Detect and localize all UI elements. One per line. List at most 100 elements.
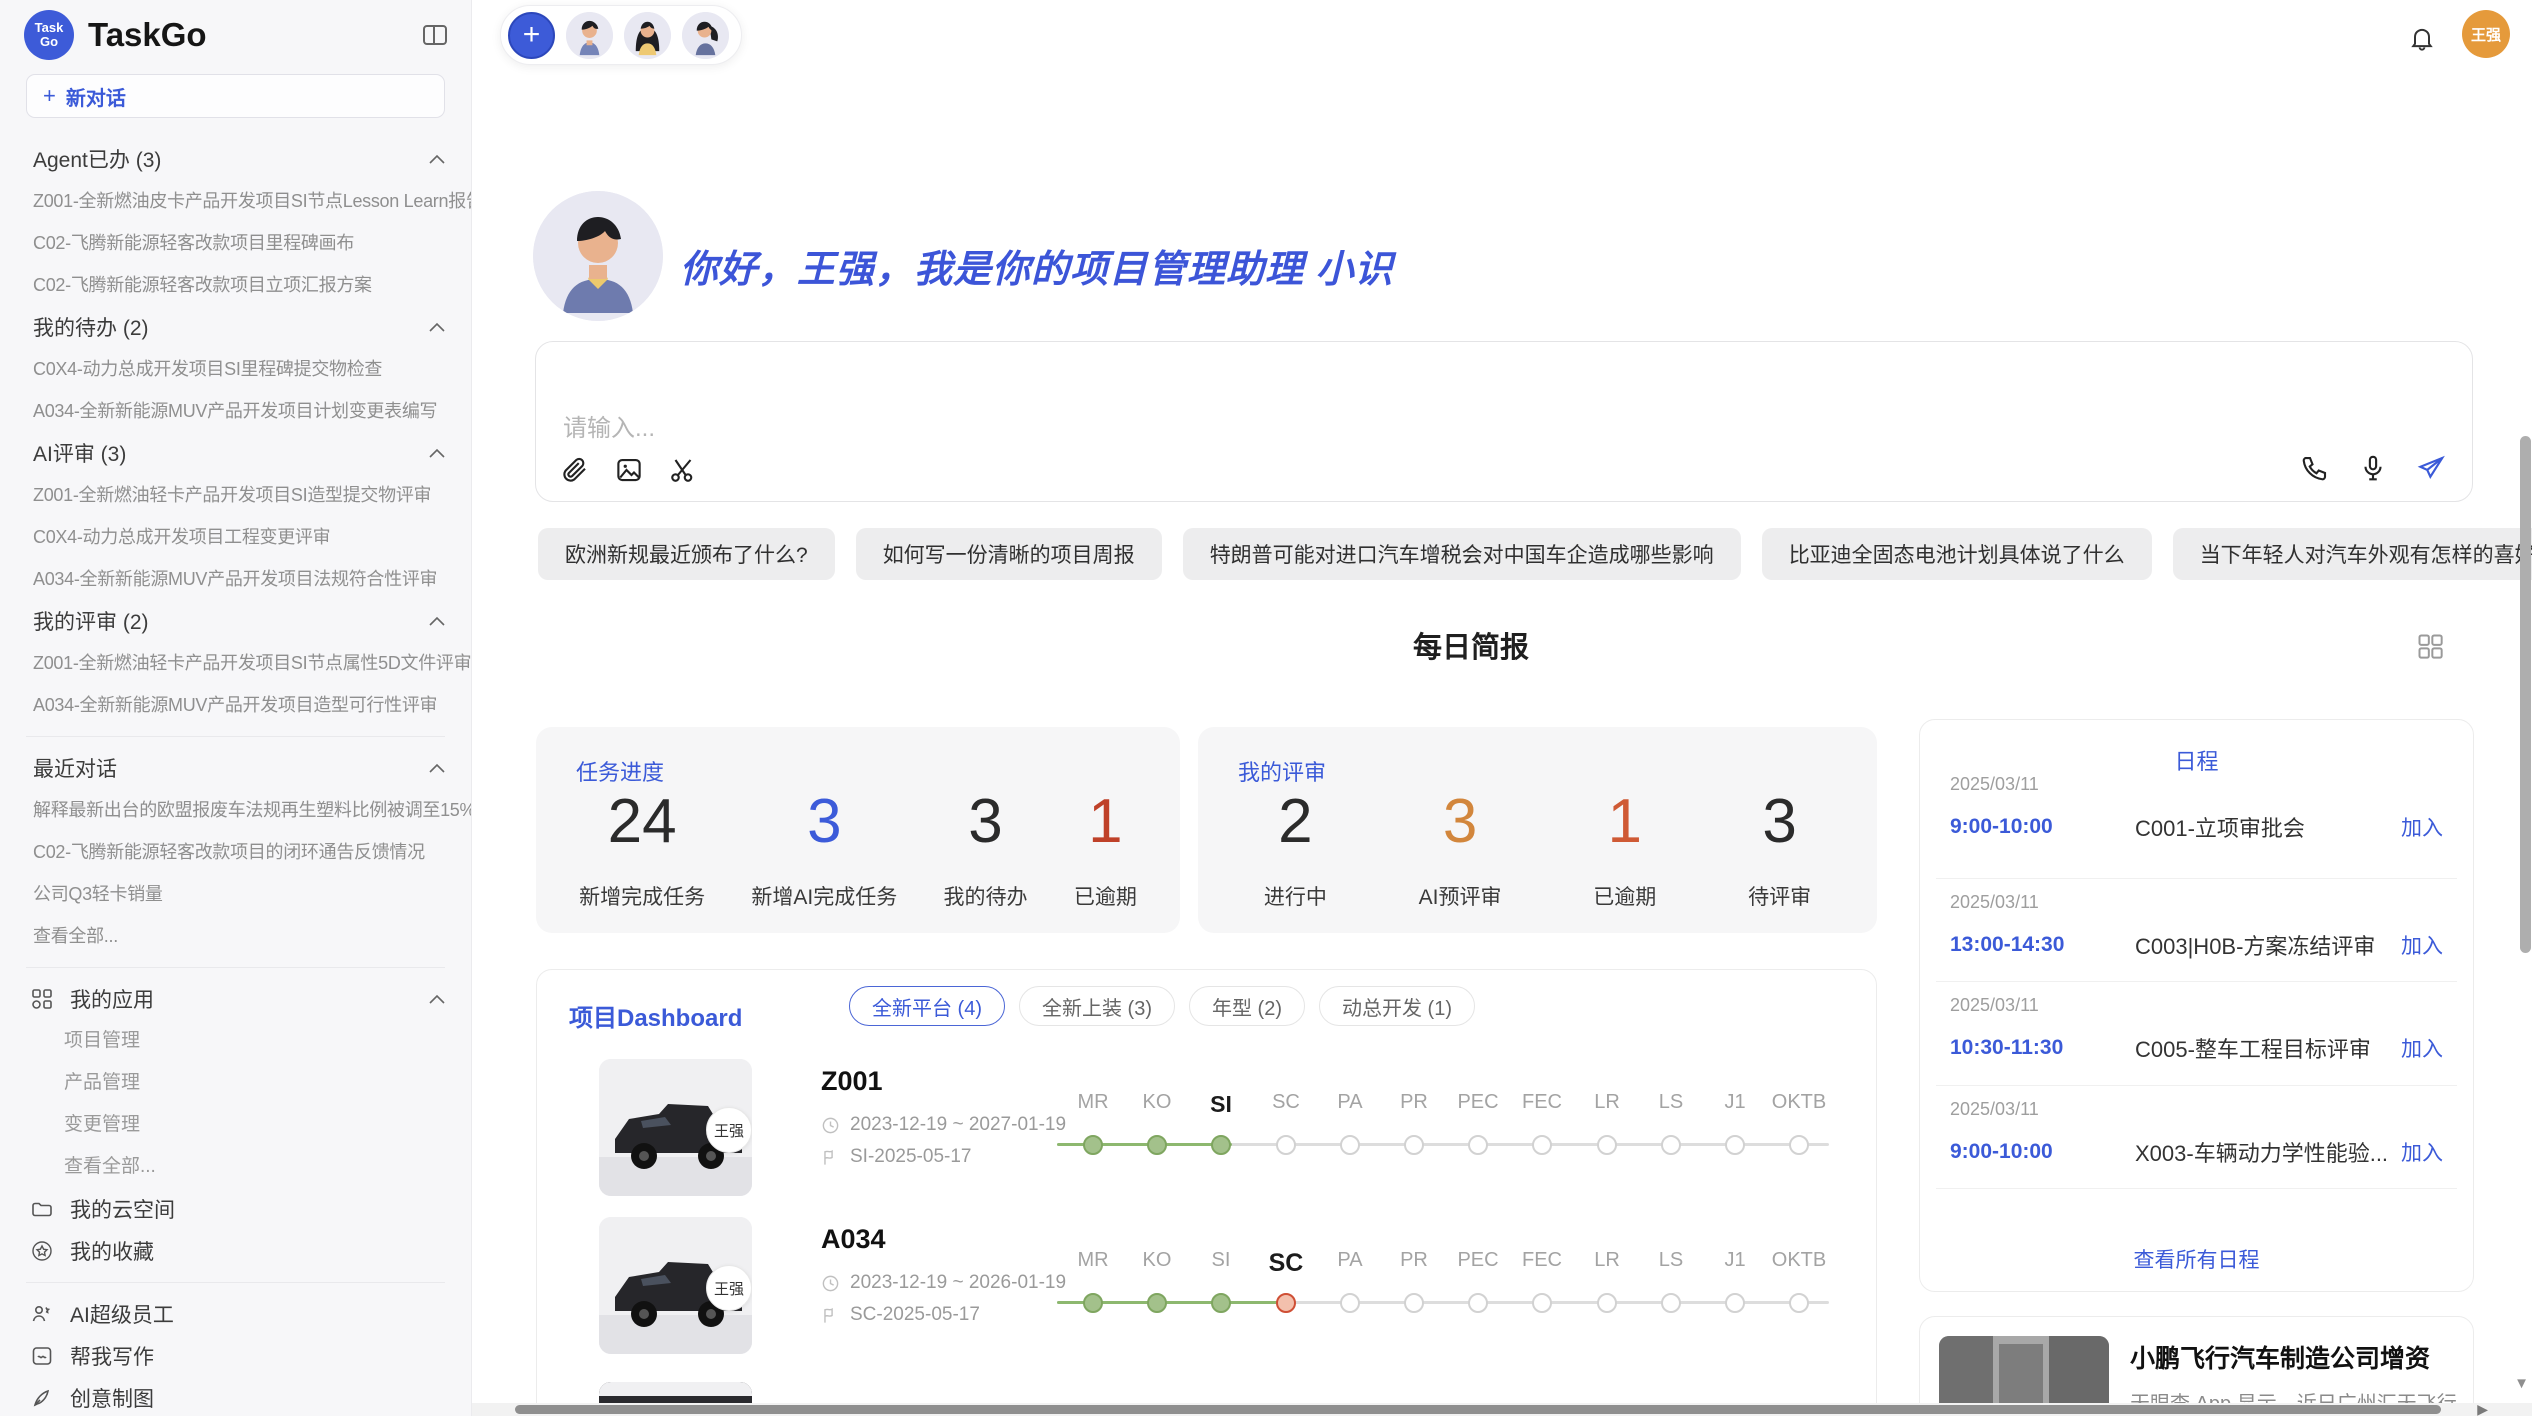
join-link[interactable]: 加入 bbox=[2401, 1137, 2443, 1167]
suggestion-chip[interactable]: 当下年轻人对汽车外观有怎样的喜好趋势 bbox=[2173, 528, 2532, 580]
milestone-node[interactable] bbox=[1532, 1135, 1552, 1155]
app-item-product-mgmt[interactable]: 产品管理 bbox=[0, 1062, 471, 1104]
paperclip-icon[interactable] bbox=[560, 455, 590, 485]
tab-powertrain-dev[interactable]: 动总开发 (1) bbox=[1319, 986, 1475, 1026]
milestone-node[interactable] bbox=[1147, 1135, 1167, 1155]
milestone-node[interactable] bbox=[1340, 1135, 1360, 1155]
suggestion-chip[interactable]: 比亚迪全固态电池计划具体说了什么 bbox=[1762, 528, 2152, 580]
sidebar-ai-super-staff[interactable]: AI超级员工 bbox=[0, 1293, 471, 1335]
milestone-node[interactable] bbox=[1083, 1293, 1103, 1313]
milestone-node[interactable] bbox=[1083, 1135, 1103, 1155]
milestone-node[interactable] bbox=[1597, 1293, 1617, 1313]
suggestion-chip[interactable]: 如何写一份清晰的项目周报 bbox=[856, 528, 1162, 580]
new-chat-button[interactable]: + 新对话 bbox=[26, 74, 445, 118]
sidebar-group-my-review[interactable]: 我的评审 (2) bbox=[0, 600, 471, 642]
sidebar-item[interactable]: C02-飞腾新能源轻客改款项目里程碑画布 bbox=[0, 222, 471, 264]
scroll-down-arrow[interactable]: ▼ bbox=[2514, 1375, 2529, 1392]
stat-value: 3 bbox=[1748, 789, 1811, 855]
sidebar-item[interactable]: A034-全新新能源MUV产品开发项目法规符合性评审 bbox=[0, 558, 471, 600]
people-icon bbox=[30, 1302, 54, 1326]
milestone-node[interactable] bbox=[1276, 1135, 1296, 1155]
tab-new-upfit[interactable]: 全新上装 (3) bbox=[1019, 986, 1175, 1026]
agent-avatar-3[interactable] bbox=[682, 12, 729, 59]
sidebar-item[interactable]: Z001-全新燃油轻卡产品开发项目SI节点属性5D文件评审 bbox=[0, 642, 471, 684]
add-agent-button[interactable]: + bbox=[508, 12, 555, 59]
milestone-node[interactable] bbox=[1789, 1293, 1809, 1313]
join-link[interactable]: 加入 bbox=[2401, 1033, 2443, 1063]
sidebar-item[interactable]: A034-全新新能源MUV产品开发项目计划变更表编写 bbox=[0, 390, 471, 432]
milestone-node[interactable] bbox=[1597, 1135, 1617, 1155]
milestone-node[interactable] bbox=[1340, 1293, 1360, 1313]
news-card[interactable]: 小鹏飞行汽车制造公司增资 天眼查 App 显示，近日广州汇天飞行汽... bbox=[1919, 1316, 2474, 1416]
agent-avatar-2[interactable] bbox=[624, 12, 671, 59]
input-actions bbox=[2300, 453, 2446, 483]
milestone-node[interactable] bbox=[1468, 1293, 1488, 1313]
user-avatar[interactable]: 王强 bbox=[2462, 10, 2510, 58]
app-item-change-mgmt[interactable]: 变更管理 bbox=[0, 1104, 471, 1146]
chat-input[interactable]: 请输入... bbox=[535, 341, 2473, 502]
recent-chat-item[interactable]: 公司Q3轻卡销量 bbox=[0, 873, 471, 915]
input-toolbar bbox=[560, 455, 698, 485]
milestone-node[interactable] bbox=[1661, 1135, 1681, 1155]
sidebar-item[interactable]: C0X4-动力总成开发项目SI里程碑提交物检查 bbox=[0, 348, 471, 390]
image-icon[interactable] bbox=[614, 455, 644, 485]
join-link[interactable]: 加入 bbox=[2401, 930, 2443, 960]
sidebar-item[interactable]: Z001-全新燃油轻卡产品开发项目SI造型提交物评审 bbox=[0, 474, 471, 516]
tab-all-new-platform[interactable]: 全新平台 (4) bbox=[849, 986, 1005, 1026]
sidebar-group-ai-review[interactable]: AI评审 (3) bbox=[0, 432, 471, 474]
project-photo: 王强 bbox=[599, 1059, 752, 1196]
vertical-scrollbar[interactable] bbox=[2520, 436, 2531, 953]
join-link[interactable]: 加入 bbox=[2401, 812, 2443, 842]
avatar-illustration bbox=[533, 191, 663, 321]
milestone-node[interactable] bbox=[1789, 1135, 1809, 1155]
milestone-node[interactable] bbox=[1468, 1135, 1488, 1155]
suggestion-chip[interactable]: 特朗普可能对进口汽车增税会对中国车企造成哪些影响 bbox=[1183, 528, 1741, 580]
scroll-right-arrow[interactable]: ▶ bbox=[2477, 1401, 2488, 1416]
suggestion-chip[interactable]: 欧洲新规最近颁布了什么? bbox=[538, 528, 835, 580]
recent-view-all[interactable]: 查看全部... bbox=[0, 915, 471, 957]
milestone-node[interactable] bbox=[1147, 1293, 1167, 1313]
sidebar-item[interactable]: C02-飞腾新能源轻客改款项目立项汇报方案 bbox=[0, 264, 471, 306]
sidebar-item[interactable]: C0X4-动力总成开发项目工程变更评审 bbox=[0, 516, 471, 558]
recent-chat-item[interactable]: C02-飞腾新能源轻客改款项目的闭环通告反馈情况 bbox=[0, 831, 471, 873]
milestone-node-overdue[interactable] bbox=[1276, 1293, 1296, 1313]
phone-icon[interactable] bbox=[2300, 453, 2330, 483]
stat-label: 已逾期 bbox=[1593, 881, 1656, 911]
agent-avatar-1[interactable] bbox=[566, 12, 613, 59]
microphone-icon[interactable] bbox=[2358, 453, 2388, 483]
scissors-icon[interactable] bbox=[668, 455, 698, 485]
horizontal-scrollbar[interactable] bbox=[515, 1405, 2441, 1414]
sidebar-collapse-icon[interactable] bbox=[423, 25, 447, 45]
sidebar-item[interactable]: A034-全新新能源MUV产品开发项目造型可行性评审 bbox=[0, 684, 471, 726]
schedule-time: 9:00-10:00 bbox=[1950, 815, 2135, 839]
sidebar-my-favorites[interactable]: 我的收藏 bbox=[0, 1230, 471, 1272]
send-icon[interactable] bbox=[2416, 453, 2446, 483]
recent-chat-item[interactable]: 解释最新出台的欧盟报废车法规再生塑料比例被调至15%... bbox=[0, 789, 471, 831]
stat: 3 AI预评审 bbox=[1419, 789, 1502, 911]
sidebar-group-agent-done[interactable]: Agent已办 (3) bbox=[0, 138, 471, 180]
sidebar-group-my-todo[interactable]: 我的待办 (2) bbox=[0, 306, 471, 348]
sidebar-help-me-write[interactable]: 帮我写作 bbox=[0, 1335, 471, 1377]
sidebar-my-cloud[interactable]: 我的云空间 bbox=[0, 1188, 471, 1230]
sidebar-item[interactable]: Z001-全新燃油皮卡产品开发项目SI节点Lesson Learn报告 bbox=[0, 180, 471, 222]
milestone-node[interactable] bbox=[1404, 1135, 1424, 1155]
sidebar-my-apps[interactable]: 我的应用 bbox=[0, 978, 471, 1020]
milestone-node[interactable] bbox=[1725, 1293, 1745, 1313]
apps-view-all[interactable]: 查看全部... bbox=[0, 1146, 471, 1188]
schedule-name: X003-车辆动力学性能验... bbox=[2135, 1136, 2401, 1168]
milestone-node[interactable] bbox=[1404, 1293, 1424, 1313]
layout-grid-icon[interactable] bbox=[2416, 632, 2444, 660]
milestone-node[interactable] bbox=[1725, 1135, 1745, 1155]
sidebar-group-recent-chats[interactable]: 最近对话 bbox=[0, 747, 471, 789]
app-item-project-mgmt[interactable]: 项目管理 bbox=[0, 1020, 471, 1062]
view-all-schedule-link[interactable]: 查看所有日程 bbox=[1920, 1244, 2473, 1274]
milestone-node[interactable] bbox=[1532, 1293, 1552, 1313]
tab-model-year[interactable]: 年型 (2) bbox=[1189, 986, 1305, 1026]
schedule-date: 2025/03/11 bbox=[1950, 1099, 2443, 1120]
milestone-node[interactable] bbox=[1661, 1293, 1681, 1313]
sidebar-creative-drawing[interactable]: 创意制图 bbox=[0, 1377, 471, 1416]
assistant-avatar bbox=[533, 191, 663, 321]
milestone-node[interactable] bbox=[1211, 1293, 1231, 1313]
notification-bell-icon[interactable] bbox=[2408, 24, 2436, 52]
milestone-node[interactable] bbox=[1211, 1135, 1231, 1155]
